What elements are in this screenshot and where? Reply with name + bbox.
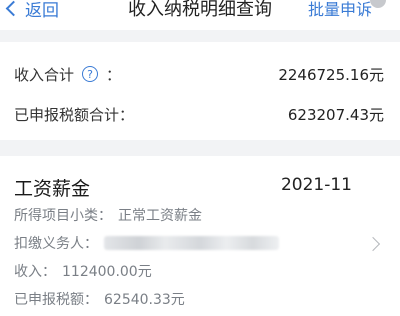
income-total-row: 收入合计 ? ： 2246725.16元 <box>14 62 384 86</box>
chevron-right-icon <box>365 236 381 252</box>
record-tax-label: 已申报税额： <box>14 292 98 308</box>
record-tax: 已申报税额： 62540.33元 <box>14 288 185 310</box>
income-total-value: 2246725.16元 <box>278 65 384 84</box>
record-income-value: 112400.00元 <box>62 264 152 280</box>
record-tax-value: 62540.33元 <box>104 292 185 308</box>
withholder-redacted <box>104 236 279 250</box>
batch-appeal-button[interactable]: 批量申诉 <box>308 0 374 20</box>
income-total-label-group: 收入合计 ? ： <box>14 64 121 85</box>
withholder-label: 扣缴义务人： <box>14 236 98 252</box>
summary-panel: 收入合计 ? ： 2246725.16元 已申报税额合计： 623207.43元 <box>0 42 400 140</box>
income-total-label: 收入合计 <box>14 65 75 84</box>
income-total-colon: ： <box>106 65 122 84</box>
record-income: 收入： 112400.00元 <box>14 260 152 282</box>
tax-total-label: 已申报税额合计： <box>14 105 135 124</box>
record-income-label: 收入： <box>14 264 56 280</box>
income-record-card[interactable]: 工资薪金 2021-11 所得项目小类： 正常工资薪金 扣缴义务人： 收入： 1… <box>0 156 400 316</box>
navigation-bar: 返回 收入纳税明细查询 批量申诉 <box>0 0 400 30</box>
subcategory-label: 所得项目小类： <box>14 208 112 224</box>
tax-total-value: 623207.43元 <box>287 105 384 124</box>
record-subcategory: 所得项目小类： 正常工资薪金 <box>14 204 202 226</box>
record-title: 工资薪金 <box>14 178 91 200</box>
help-icon[interactable]: ? <box>82 66 99 82</box>
tax-total-row: 已申报税额合计： 623207.43元 <box>14 102 384 126</box>
subcategory-value: 正常工资薪金 <box>118 208 202 224</box>
record-withholder: 扣缴义务人： <box>14 232 279 254</box>
record-period: 2021-11 <box>280 175 352 195</box>
